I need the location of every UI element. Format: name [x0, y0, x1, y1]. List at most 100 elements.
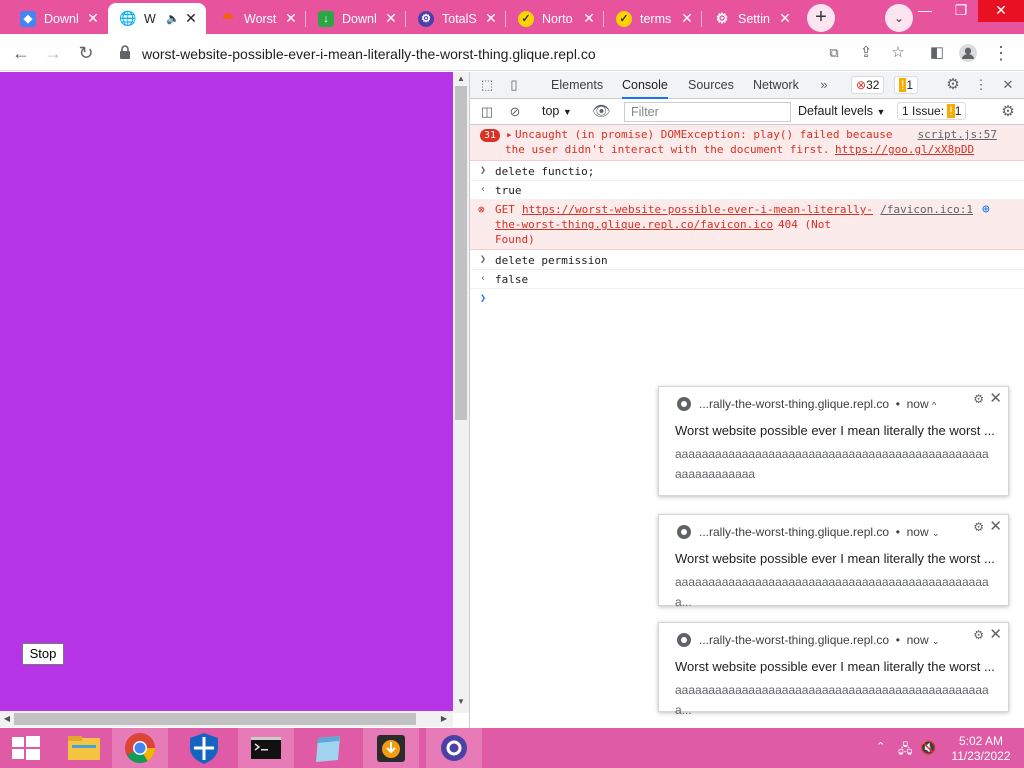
show-hidden-icons-icon[interactable]: ⌃ [876, 740, 885, 753]
tab-elements[interactable]: Elements [551, 72, 603, 99]
start-button[interactable] [0, 728, 56, 768]
input-chevron-icon: ❯ [480, 254, 487, 265]
error-count-badge[interactable]: ⊗32 [851, 76, 885, 94]
download-icon: ↓ [318, 10, 334, 27]
close-tab-icon[interactable]: ✕ [382, 10, 400, 27]
close-tab-icon[interactable]: ✕ [580, 10, 598, 27]
taskbar: ⌃ 🖧 🔇 5:02 AM 11/23/2022 [0, 728, 1024, 768]
issues-badge[interactable]: 1 Issue: ! 1 [897, 102, 967, 120]
network-request-icon[interactable]: ⊕ [982, 202, 990, 217]
scroll-down-icon[interactable]: ▼ [453, 695, 469, 709]
tab-network[interactable]: Network [753, 72, 799, 99]
close-tab-icon[interactable]: ✕ [678, 10, 696, 27]
taskbar-file-explorer[interactable] [56, 728, 112, 768]
network-icon[interactable]: 🖧 [898, 740, 913, 762]
chevron-down-icon[interactable]: ⌄ [932, 528, 940, 538]
chevron-up-icon[interactable]: ^ [932, 400, 936, 410]
source-link[interactable]: /favicon.ico:1 [880, 203, 973, 216]
tab-worst-website-active[interactable]: 🌐 W 🔈 ✕ [108, 3, 206, 34]
error-help-link[interactable]: https://goo.gl/xX8pDD [835, 143, 974, 157]
share-icon[interactable]: ⇪ [856, 43, 876, 63]
tab-title: terms [640, 11, 672, 26]
bookmark-star-icon[interactable]: ☆ [888, 43, 908, 63]
device-toolbar-icon[interactable]: ▯ [506, 77, 522, 93]
restore-icon[interactable]: ❐ [944, 0, 978, 22]
browser-menu-icon[interactable]: ⋮ [988, 40, 1014, 66]
tab-worst-repl[interactable]: ⯊ Worst ✕ [208, 3, 306, 34]
stop-button[interactable]: Stop [22, 643, 64, 665]
notification-card[interactable]: ...rally-the-worst-thing.glique.repl.co … [658, 386, 1009, 496]
popup-blocked-icon[interactable]: ⧉ [824, 43, 844, 63]
console-prompt[interactable]: ❯ [470, 290, 1024, 309]
inspect-element-icon[interactable]: ⬚ [479, 77, 495, 93]
warning-count-badge[interactable]: ! 1 [894, 76, 919, 94]
taskbar-defender[interactable] [176, 728, 232, 768]
close-tab-icon[interactable]: ✕ [84, 10, 102, 27]
settings-gear-icon[interactable]: ⚙ [945, 77, 961, 93]
taskbar-totalsecurity[interactable] [426, 728, 482, 768]
notification-card[interactable]: ...rally-the-worst-thing.glique.repl.co … [658, 514, 1009, 609]
result-arrow-icon: ‹ [480, 184, 487, 195]
console-filter-input[interactable]: Filter [624, 102, 791, 122]
taskbar-installer[interactable] [363, 728, 419, 768]
taskbar-command-prompt[interactable] [238, 728, 294, 768]
speaker-icon[interactable]: 🔈 [164, 12, 182, 25]
notification-settings-gear-icon[interactable]: ⚙ [973, 392, 984, 406]
scroll-right-icon[interactable]: ▶ [437, 711, 451, 727]
address-bar[interactable]: worst-website-possible-ever-i-mean-liter… [110, 38, 920, 68]
taskbar-notepad[interactable] [300, 728, 356, 768]
lock-icon [120, 45, 130, 59]
reload-icon[interactable]: ↻ [73, 40, 99, 66]
sidebar-toggle-icon[interactable]: ◫ [479, 104, 495, 120]
tab-title: Norto [542, 11, 573, 26]
clear-console-icon[interactable]: ⊘ [507, 104, 523, 120]
horizontal-scroll-thumb[interactable] [14, 713, 416, 725]
volume-muted-icon[interactable]: 🔇 [920, 740, 936, 756]
new-tab-button[interactable]: + [807, 4, 835, 32]
taskbar-clock[interactable]: 5:02 AM 11/23/2022 [946, 734, 1016, 764]
close-tab-icon[interactable]: ✕ [182, 10, 200, 27]
scroll-up-icon[interactable]: ▲ [453, 72, 469, 86]
chevron-down-icon[interactable]: ⌄ [932, 636, 940, 646]
scroll-left-icon[interactable]: ◀ [0, 711, 14, 727]
vertical-scrollbar[interactable]: ▲ ▼ [453, 72, 469, 713]
notification-settings-gear-icon[interactable]: ⚙ [973, 520, 984, 534]
side-panel-icon[interactable]: ◧ [924, 40, 950, 66]
failed-url-line1[interactable]: https://worst-website-possible-ever-i-me… [522, 203, 873, 217]
devtools-menu-icon[interactable]: ⋮ [973, 77, 989, 93]
horizontal-scrollbar[interactable]: ◀ ▶ [0, 711, 453, 727]
notification-settings-gear-icon[interactable]: ⚙ [973, 628, 984, 642]
devtools-close-icon[interactable]: ✕ [1000, 77, 1016, 93]
failed-url-line2[interactable]: the-worst-thing.glique.repl.co/favicon.i… [495, 218, 773, 232]
close-tab-icon[interactable]: ✕ [482, 10, 500, 27]
forward-arrow-icon[interactable]: → [40, 40, 66, 66]
tab-download-1[interactable]: ◆ Downl ✕ [8, 3, 108, 34]
expand-triangle-icon[interactable]: ▸ [506, 128, 513, 142]
tab-sources[interactable]: Sources [688, 72, 734, 99]
tab-download-2[interactable]: ↓ Downl ✕ [306, 3, 406, 34]
close-tab-icon[interactable]: ✕ [776, 10, 794, 27]
tab-totalsecurity[interactable]: ⚙ TotalS ✕ [406, 3, 506, 34]
notification-close-icon[interactable]: ✕ [989, 625, 1002, 643]
profile-avatar-icon[interactable] [955, 40, 981, 66]
live-expression-eye-icon[interactable]: 👁 [592, 104, 611, 120]
vertical-scroll-thumb[interactable] [455, 86, 467, 420]
console-settings-icon[interactable]: ⚙ [1000, 104, 1016, 120]
notification-close-icon[interactable]: ✕ [989, 517, 1002, 535]
tab-terms[interactable]: ✓ terms ✕ [604, 3, 702, 34]
context-selector[interactable]: top ▼ [542, 104, 572, 118]
tab-settings[interactable]: ⚙ Settin ✕ [702, 3, 800, 34]
tab-console[interactable]: Console [622, 72, 668, 99]
notification-card[interactable]: ...rally-the-worst-thing.glique.repl.co … [658, 622, 1009, 717]
more-tabs-icon[interactable]: » [816, 77, 832, 93]
source-link[interactable]: script.js:57 [918, 128, 997, 141]
minimize-icon[interactable]: — [908, 0, 942, 22]
back-arrow-icon[interactable]: ← [8, 40, 34, 66]
window-close-icon[interactable]: ✕ [978, 0, 1024, 22]
taskbar-chrome[interactable] [112, 728, 168, 768]
close-tab-icon[interactable]: ✕ [282, 10, 300, 27]
notification-close-icon[interactable]: ✕ [989, 389, 1002, 407]
url-text: worst-website-possible-ever-i-mean-liter… [142, 46, 596, 62]
tab-norton[interactable]: ✓ Norto ✕ [506, 3, 604, 34]
log-levels-dropdown[interactable]: Default levels ▼ [798, 104, 885, 118]
